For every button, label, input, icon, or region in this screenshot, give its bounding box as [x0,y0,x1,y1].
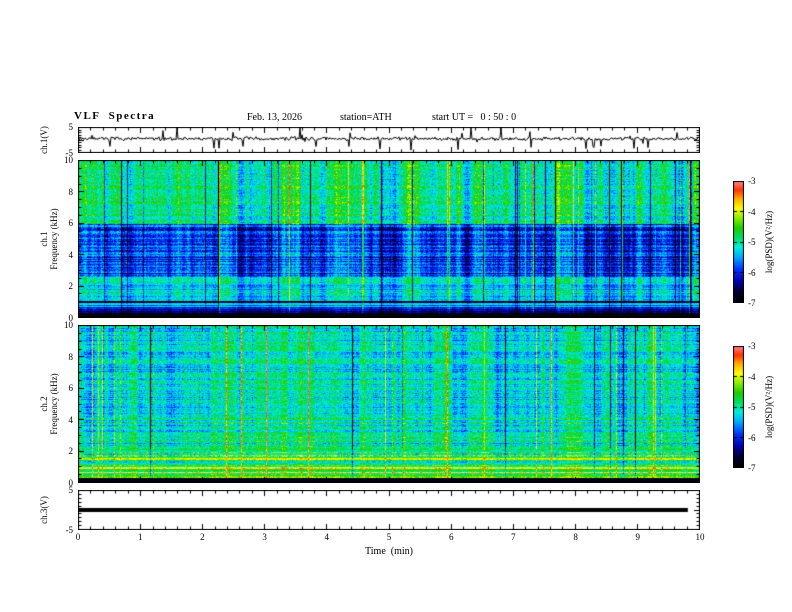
colorbar-tick-label: -6 [748,432,756,443]
time-tick-label: 0 [75,532,81,542]
ch1-spectrogram-canvas [78,160,700,318]
colorbar-1-canvas [733,181,744,303]
time-tick-label: 8 [573,532,578,542]
plot-date: Feb. 13, 2026 [247,112,302,123]
time-tick-label: 2 [200,532,205,542]
colorbar-tick-label: -5 [748,402,756,412]
frequency-tick-label: 4 [68,414,74,425]
frequency-axis-label: Frequency (kHz) [49,373,59,435]
colorbar-tick-label: -5 [748,237,756,247]
ch2-spectrogram-canvas [78,325,700,483]
colorbar-2-canvas [733,346,744,468]
time-tick-label: 6 [448,532,454,542]
frequency-tick-label: 8 [68,351,74,362]
vlf-spectra-figure: VLF Spectra Feb. 13, 2026 station=ATH st… [0,0,792,612]
frequency-tick-label: 2 [68,446,74,457]
station-label: station=ATH [340,112,392,123]
time-tick-label: 7 [511,532,516,542]
time-axis-label: Time (min) [365,546,413,557]
frequency-tick-label: 2 [68,281,74,292]
colorbar-tick-label: -3 [748,341,756,351]
colorbar-tick-label: -6 [748,267,756,278]
frequency-tick-label: 10 [64,320,73,330]
colorbar-tick-label: -4 [748,371,756,382]
ch1-label-line: ch.1 [39,231,49,247]
frequency-tick-label: 6 [68,218,74,229]
colorbar-tick-label: -4 [748,206,756,217]
start-ut-label: start UT = 0 : 50 : 0 [432,112,517,123]
time-tick-label: 5 [386,532,392,542]
colorbar-tick-label: -7 [748,463,756,473]
ch1-waveform-canvas [78,127,700,153]
voltage-tick-label: 5 [68,485,74,495]
frequency-tick-label: 8 [68,186,74,197]
time-tick-label: 10 [695,532,705,542]
voltage-tick-label: -5 [65,525,74,535]
ch3-waveform-canvas [78,490,700,530]
time-tick-label: 9 [635,532,641,542]
voltage-tick-label: 5 [68,122,74,132]
colorbar-tick-label: -3 [748,176,756,186]
plot-title: VLF Spectra [74,110,156,122]
time-tick-label: 4 [324,532,330,542]
frequency-axis-label: Frequency (kHz) [49,208,59,270]
ch2-label-line: ch.2 [39,396,49,412]
voltage-tick-label: -5 [65,148,74,158]
colorbar-tick-label: -7 [748,298,756,308]
frequency-tick-label: 6 [68,383,74,394]
time-tick-label: 1 [137,532,143,542]
time-tick-label: 3 [262,532,267,542]
frequency-tick-label: 4 [68,249,74,260]
